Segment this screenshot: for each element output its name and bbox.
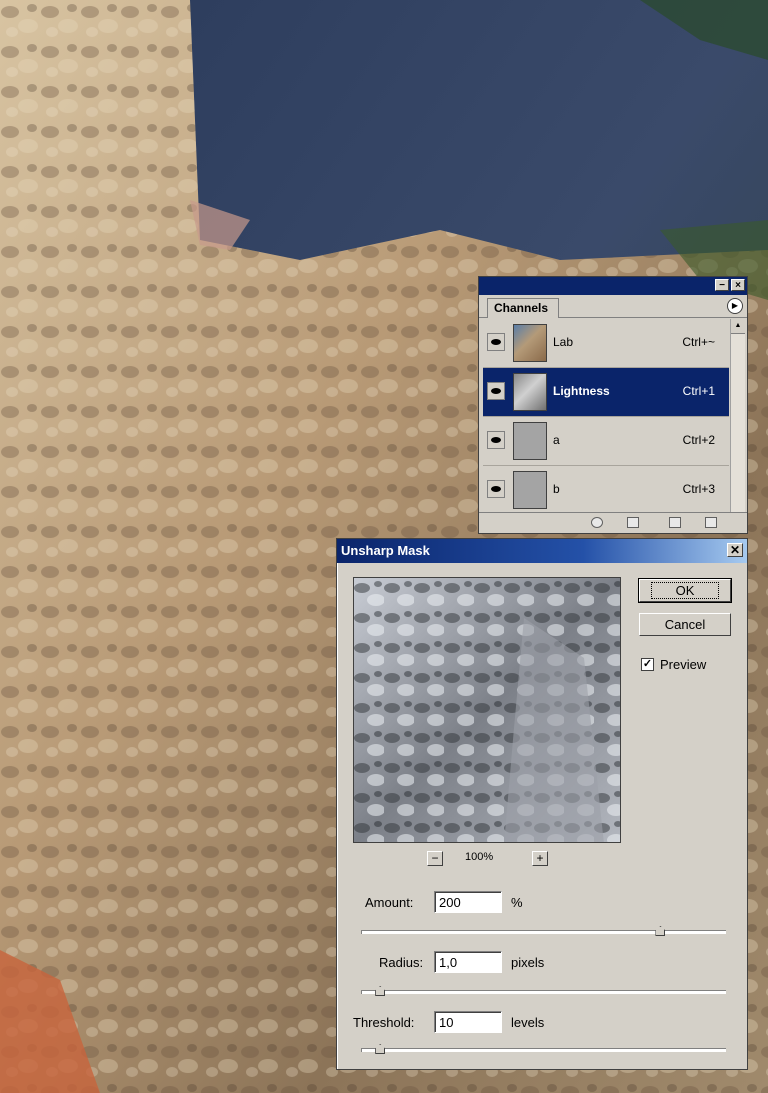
amount-field[interactable] [434,891,502,913]
dialog-title: Unsharp Mask [341,543,430,558]
unsharp-mask-dialog: Unsharp Mask ✕ − 100% + OK Cancel ✓ Prev… [336,538,748,1070]
preview-checkbox[interactable]: ✓ [641,658,654,671]
channel-row-b[interactable]: b Ctrl+3 [483,466,729,515]
eye-icon[interactable] [487,382,505,400]
radius-label: Radius: [379,955,424,970]
minimize-icon[interactable]: − [715,279,729,291]
radius-field[interactable] [434,951,502,973]
threshold-label: Threshold: [353,1015,415,1030]
save-selection-icon[interactable] [627,517,639,528]
amount-slider[interactable] [361,926,726,936]
channel-name: b [553,482,560,496]
cancel-button[interactable]: Cancel [639,613,731,636]
channel-row-a[interactable]: a Ctrl+2 [483,417,729,466]
preview-toggle[interactable]: ✓ Preview [641,657,706,672]
channel-name: Lightness [553,384,610,398]
threshold-unit: levels [511,1015,545,1030]
channel-list: Lab Ctrl+~ Lightness Ctrl+1 a Ctrl+2 b C… [483,319,729,515]
channel-thumbnail [513,324,547,362]
channel-shortcut: Ctrl+2 [682,433,715,447]
eye-icon[interactable] [487,431,505,449]
zoom-out-button[interactable]: − [427,851,443,866]
ok-label: OK [650,582,720,599]
amount-label: Amount: [365,895,414,910]
amount-slider-thumb[interactable] [655,926,666,936]
threshold-slider[interactable] [361,1044,726,1054]
channel-thumbnail [513,373,547,411]
trash-icon[interactable] [705,517,717,528]
tab-channels[interactable]: Channels [487,298,560,318]
radius-unit: pixels [511,955,545,970]
channel-shortcut: Ctrl+1 [682,384,715,398]
channel-name: a [553,433,560,447]
preview-label: Preview [660,657,707,672]
channel-scrollbar[interactable]: ▲ [730,319,745,513]
channel-shortcut: Ctrl+3 [682,482,715,496]
new-channel-icon[interactable] [669,517,681,528]
eye-icon[interactable] [487,480,505,498]
channel-thumbnail [513,471,547,509]
palette-tab-row: Channels ▶ [479,295,747,318]
amount-unit: % [511,895,523,910]
palette-titlebar[interactable]: − × [479,277,747,295]
scroll-up-icon[interactable]: ▲ [731,319,745,334]
close-icon[interactable]: × [731,279,745,291]
zoom-level: 100% [465,851,494,863]
load-selection-icon[interactable] [591,517,603,528]
close-icon[interactable]: ✕ [727,543,743,557]
channel-shortcut: Ctrl+~ [682,335,715,349]
threshold-slider-thumb[interactable] [375,1044,386,1054]
eye-icon[interactable] [487,333,505,351]
palette-footer [479,512,747,533]
channels-palette: − × Channels ▶ Lab Ctrl+~ Lightness Ctrl… [478,276,748,534]
dialog-titlebar[interactable]: Unsharp Mask ✕ [337,539,747,563]
filter-preview[interactable] [353,577,621,843]
channel-row-lightness[interactable]: Lightness Ctrl+1 [483,368,729,417]
channel-name: Lab [553,335,574,349]
zoom-in-button[interactable]: + [532,851,548,866]
channel-row-lab[interactable]: Lab Ctrl+~ [483,319,729,368]
threshold-field[interactable] [434,1011,502,1033]
menu-arrow-icon[interactable]: ▶ [727,298,743,314]
radius-slider[interactable] [361,986,726,996]
ok-button[interactable]: OK [638,578,732,603]
channel-thumbnail [513,422,547,460]
radius-slider-thumb[interactable] [375,986,386,996]
